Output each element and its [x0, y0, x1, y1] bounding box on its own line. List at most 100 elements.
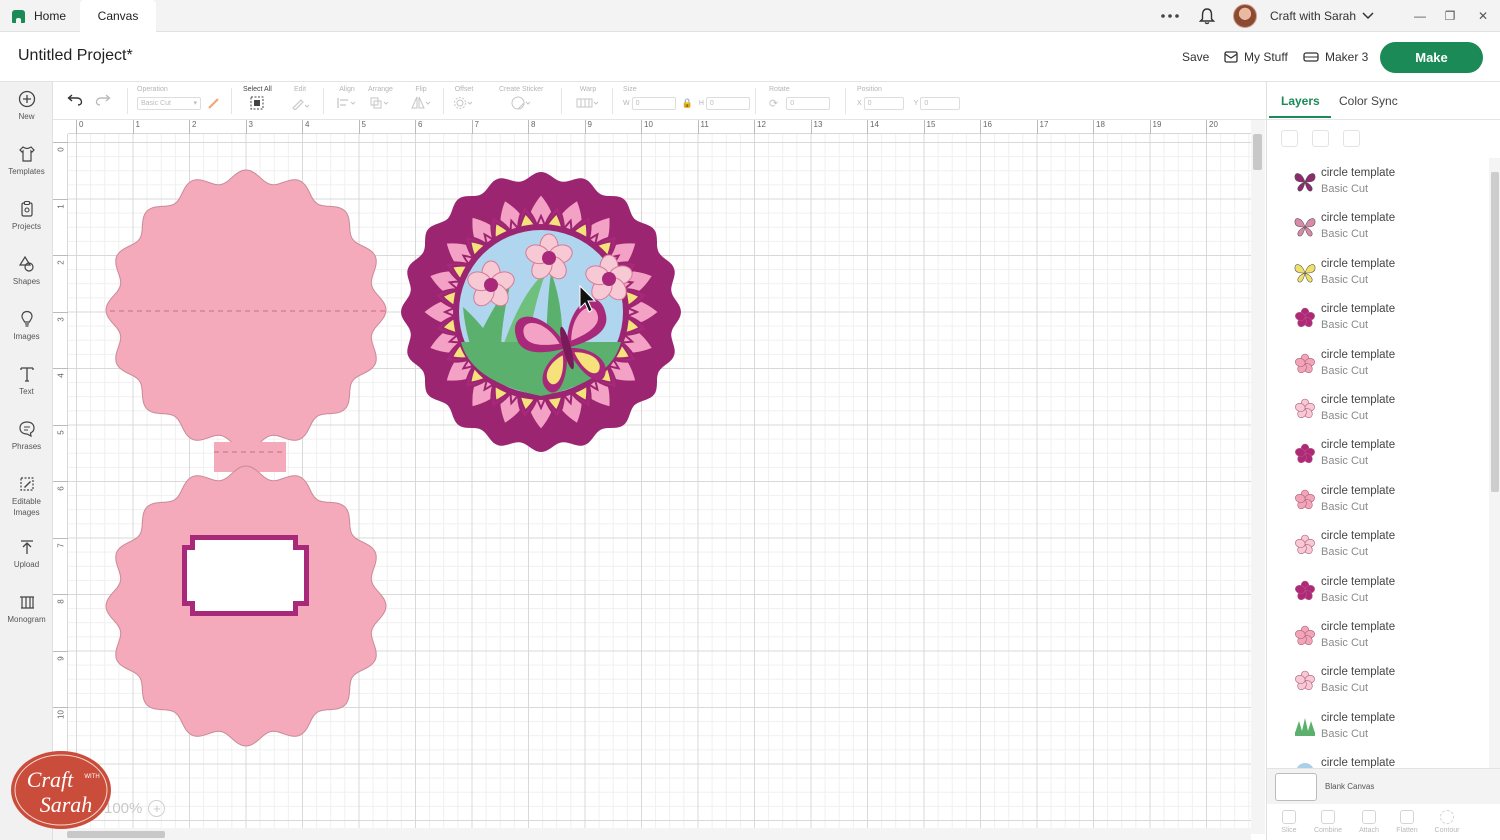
operation-dropdown[interactable]: Basic Cut ▾	[137, 96, 201, 110]
panel-divider	[1267, 119, 1500, 120]
notification-bell-icon[interactable]	[1199, 0, 1215, 32]
tab-layers[interactable]: Layers	[1281, 94, 1320, 108]
layers-scrollbar[interactable]	[1489, 158, 1500, 768]
minimize-window-icon[interactable]: —	[1403, 0, 1437, 32]
lock-icon[interactable]: 🔒	[682, 98, 693, 109]
machine-select[interactable]: Maker 3	[1303, 50, 1368, 64]
duplicate-icon[interactable]	[1312, 130, 1329, 147]
canvas-vertical-scrollbar[interactable]	[1251, 120, 1265, 834]
sidebar-label: Text	[19, 387, 34, 396]
layer-item[interactable]: circle template Basic Cut	[1267, 430, 1489, 475]
restore-window-icon[interactable]: ❐	[1433, 0, 1467, 32]
delete-icon[interactable]	[1343, 130, 1360, 147]
layer-item[interactable]: circle template Basic Cut	[1267, 294, 1489, 339]
undo-button[interactable]	[67, 92, 83, 111]
operation-label: Operation	[137, 86, 168, 93]
user-avatar[interactable]	[1233, 0, 1257, 32]
contour-button[interactable]: Contour	[1427, 810, 1467, 834]
edit-toolbar: Operation Basic Cut ▾ Select All Edit Ali…	[53, 82, 1266, 120]
sidebar-item-new[interactable]: New	[0, 82, 53, 134]
sidebar-item-shapes[interactable]: Shapes	[0, 247, 53, 299]
close-window-icon[interactable]: ✕	[1466, 0, 1500, 32]
tab-color-sync[interactable]: Color Sync	[1339, 94, 1398, 108]
ruler-tick: 16	[980, 120, 992, 134]
align-button[interactable]: Align	[336, 86, 358, 110]
combine-button[interactable]: Combine	[1308, 810, 1348, 834]
mandala-shape[interactable]	[401, 172, 681, 452]
sidebar-item-upload[interactable]: Upload	[0, 530, 53, 582]
layer-item[interactable]: circle template Basic Cut	[1267, 340, 1489, 385]
layer-item[interactable]: circle template Basic Cut	[1267, 657, 1489, 702]
width-input[interactable]: 0	[631, 96, 676, 110]
tab-canvas[interactable]: Canvas	[80, 0, 156, 32]
sidebar-item-projects[interactable]: Projects	[0, 192, 53, 244]
layer-item[interactable]: circle template Basic Cut	[1267, 249, 1489, 294]
layer-name: circle template	[1321, 348, 1396, 361]
redo-button[interactable]	[95, 92, 111, 111]
select-all-button[interactable]: Select All	[243, 86, 272, 110]
layer-item[interactable]: circle template Basic Cut	[1267, 476, 1489, 521]
layer-name: circle template	[1321, 621, 1396, 633]
toolbar-divider	[323, 88, 324, 114]
layer-item[interactable]: circle template Basic Cut	[1267, 612, 1489, 657]
flower-pink-icon	[1293, 352, 1317, 376]
ruler-tick: 7	[471, 120, 479, 134]
speech-bubble-icon	[18, 421, 35, 438]
toolbar-divider	[127, 88, 128, 114]
layer-item[interactable]: circle template Basic Cut	[1267, 703, 1489, 748]
edit-button[interactable]: Edit	[291, 86, 309, 110]
toolbar-divider	[612, 88, 613, 114]
tab-home-label: Home	[34, 9, 67, 23]
position-y-input[interactable]: 0	[920, 96, 961, 110]
sidebar-item-text[interactable]: Text	[0, 357, 53, 409]
user-menu[interactable]: Craft with Sarah	[1270, 0, 1374, 32]
pen-color-icon[interactable]	[207, 96, 221, 110]
group-icon[interactable]	[1281, 130, 1298, 147]
slice-button[interactable]: Slice	[1269, 810, 1309, 834]
zoom-in-icon[interactable]: +	[148, 800, 166, 817]
flatten-button[interactable]: Flatten	[1387, 810, 1427, 834]
flip-button[interactable]: Flip	[410, 86, 432, 110]
avatar	[1233, 4, 1257, 28]
rotate-icon: ⟳	[769, 97, 779, 110]
sidebar-item-images[interactable]: Images	[0, 302, 53, 354]
create-sticker-button[interactable]: Create Sticker	[499, 86, 543, 110]
warp-button[interactable]: Warp	[576, 86, 600, 110]
sidebar-item-phrases[interactable]: Phrases	[0, 412, 53, 464]
design-canvas[interactable]	[68, 134, 1251, 834]
sidebar-item-editable-images[interactable]: Editable Images	[0, 467, 53, 529]
make-button[interactable]: Make	[1380, 42, 1483, 73]
height-input[interactable]: 0	[705, 96, 750, 110]
position-x-input[interactable]: 0	[863, 96, 904, 110]
layer-item[interactable]: circle template Basic Cut	[1267, 385, 1489, 430]
layer-item[interactable]: circle template Basic Cut	[1267, 203, 1489, 248]
tab-home[interactable]: Home	[12, 0, 80, 32]
sidebar-item-monogram[interactable]: Monogram	[0, 585, 53, 637]
card-top-shape[interactable]	[105, 169, 387, 451]
ruler-tick: 11	[697, 120, 709, 134]
lightbulb-icon	[20, 310, 33, 327]
card-bottom-shape[interactable]	[105, 465, 387, 747]
layer-item[interactable]: circle template	[1267, 748, 1489, 768]
my-stuff-button[interactable]: My Stuff	[1224, 50, 1288, 64]
layer-item[interactable]: circle template Basic Cut	[1267, 521, 1489, 566]
layer-item[interactable]: circle template Basic Cut	[1267, 567, 1489, 612]
save-button[interactable]: Save	[1182, 50, 1209, 64]
canvas-horizontal-scrollbar[interactable]	[53, 828, 1251, 840]
offset-button[interactable]: Offset	[453, 86, 475, 110]
ruler-tick: 5	[53, 424, 68, 434]
blank-canvas-swatch[interactable]	[1275, 773, 1317, 801]
blank-canvas-label: Blank Canvas	[1325, 782, 1375, 791]
more-options-icon[interactable]	[1160, 0, 1180, 32]
arrange-icon	[370, 97, 389, 109]
attach-button[interactable]: Attach	[1349, 810, 1389, 834]
layer-item[interactable]: circle template Basic Cut	[1267, 158, 1489, 203]
rotate-input[interactable]: 0	[786, 96, 831, 110]
my-stuff-label: My Stuff	[1244, 50, 1288, 64]
operation-select[interactable]: Operation Basic Cut ▾	[137, 86, 221, 110]
arrange-button[interactable]: Arrange	[368, 86, 393, 110]
zoom-control[interactable]: 100% +	[104, 800, 166, 817]
sidebar-item-templates[interactable]: Templates	[0, 137, 53, 189]
blank-canvas-row[interactable]: Blank Canvas	[1267, 768, 1500, 804]
sticker-icon	[511, 96, 531, 110]
